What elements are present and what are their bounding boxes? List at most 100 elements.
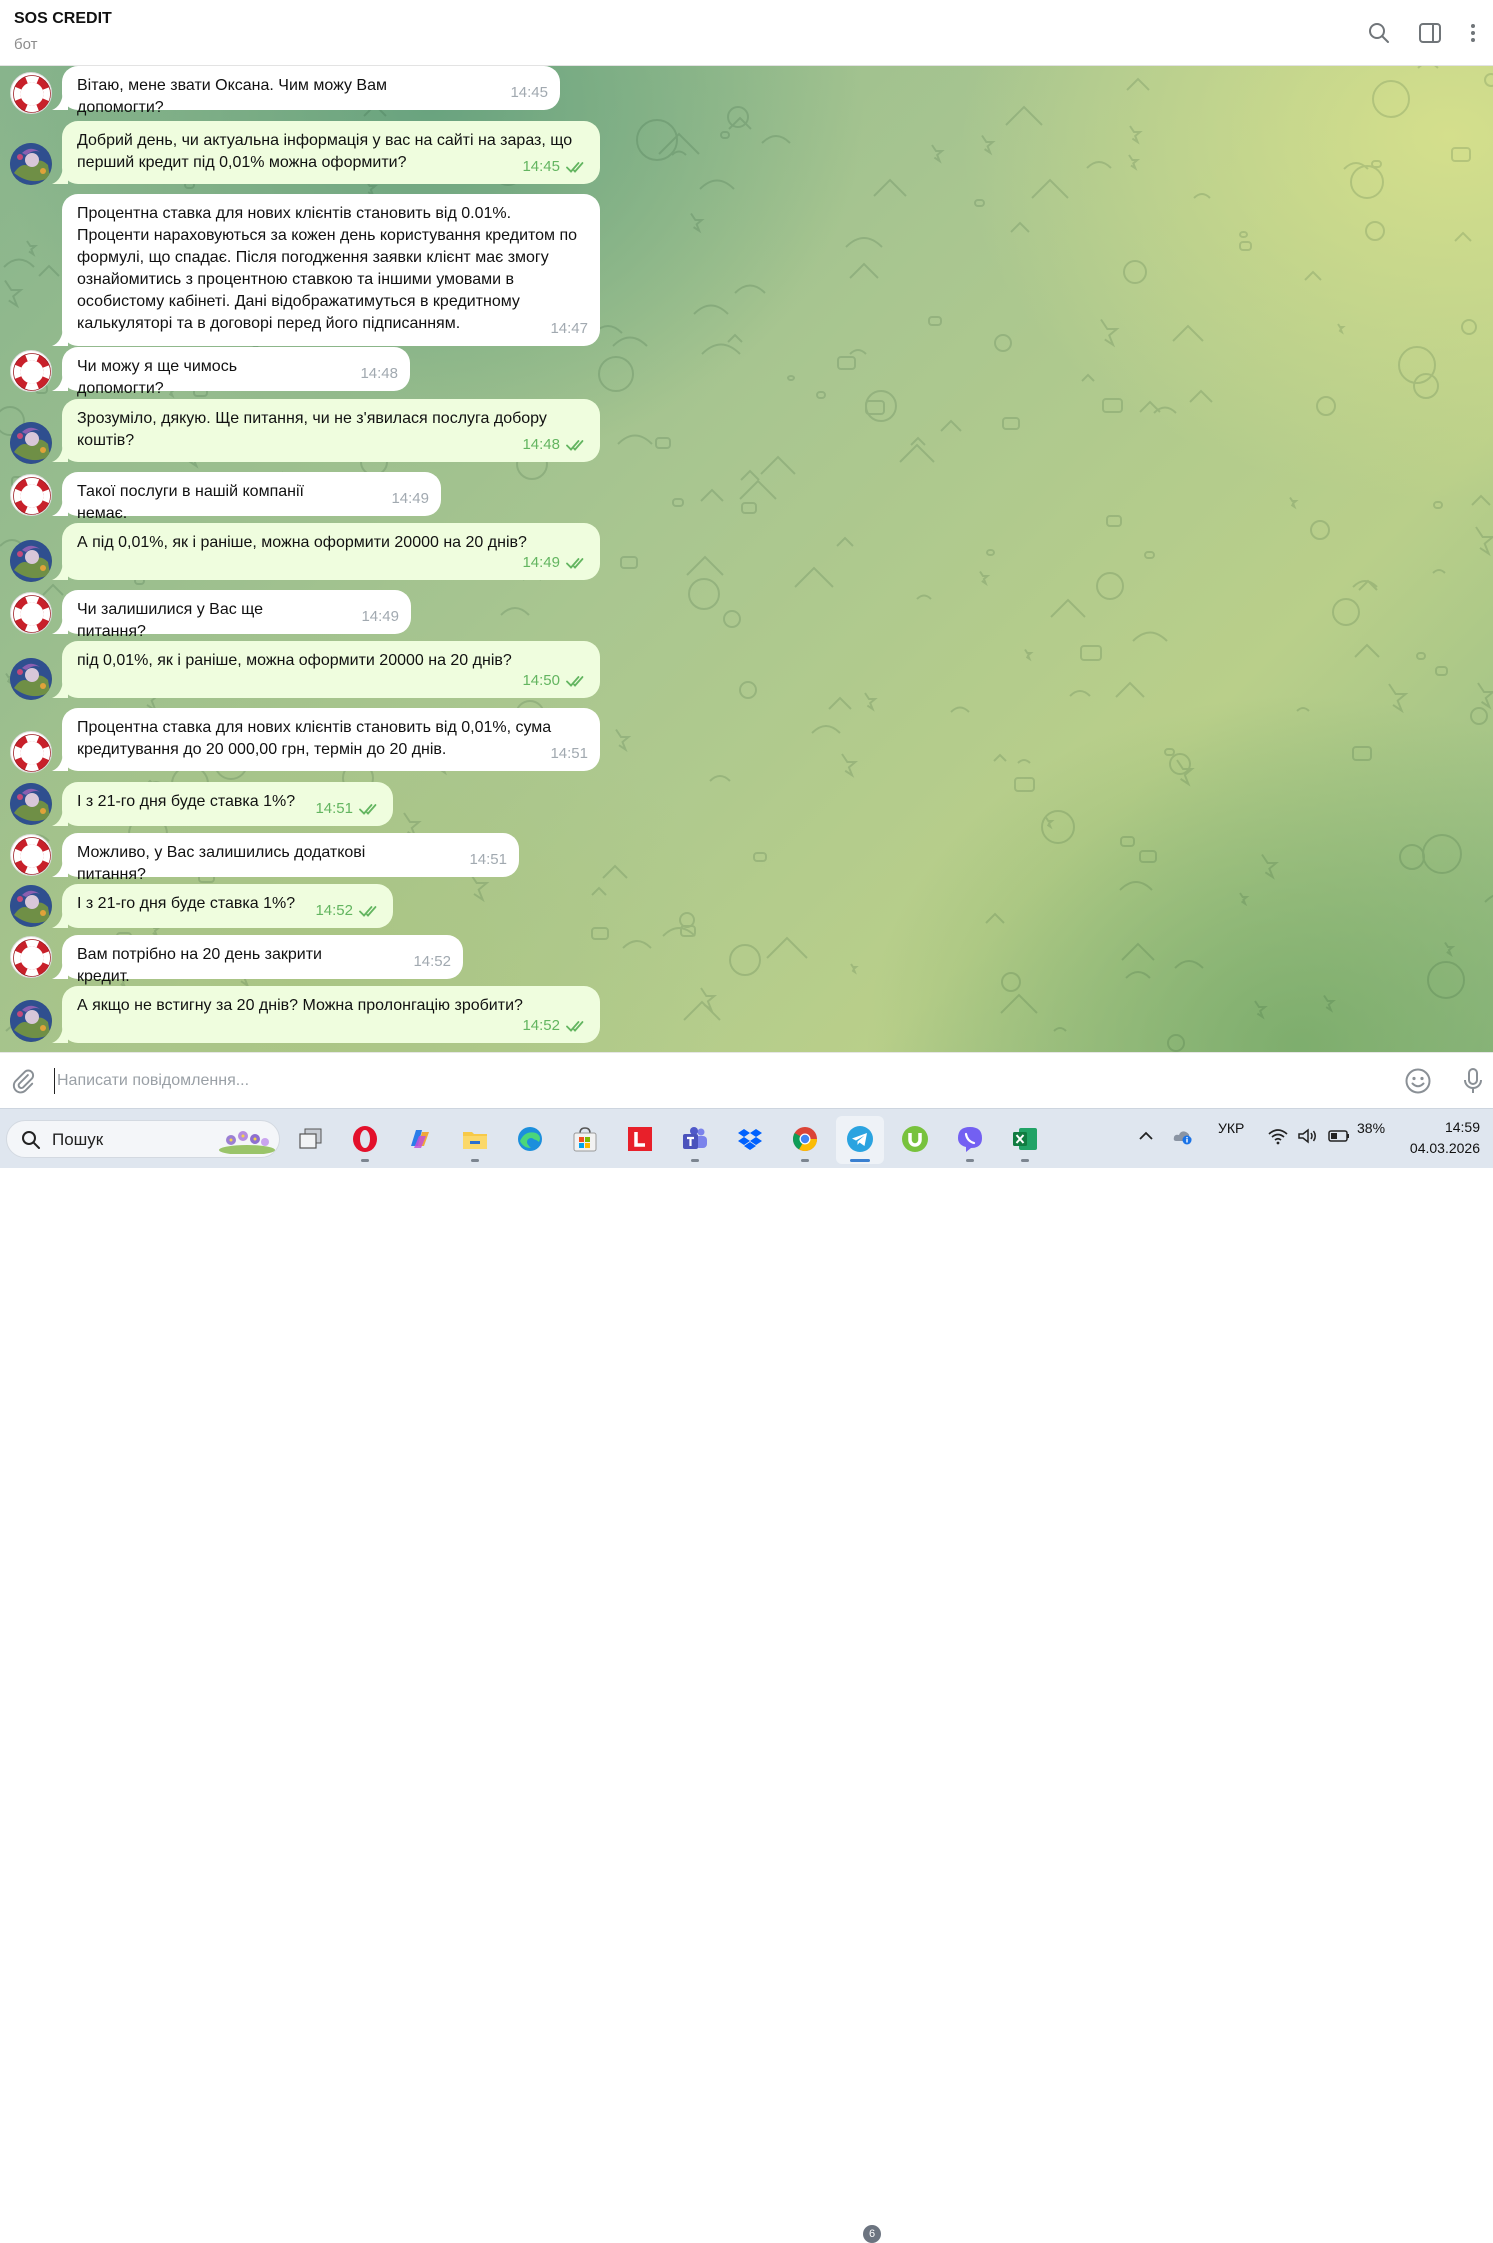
message-meta: 14:49 xyxy=(522,552,588,574)
outgoing-message-bubble[interactable]: І з 21-го дня буде ставка 1%? 14:51 xyxy=(62,782,393,826)
excel-icon[interactable] xyxy=(1007,1121,1043,1157)
battery-icon[interactable] xyxy=(1328,1126,1350,1146)
outgoing-message-bubble[interactable]: А якщо не встигну за 20 днів? Можна прол… xyxy=(62,986,600,1043)
incoming-message-bubble[interactable]: Такої послуги в нашій компанії немає. 14:… xyxy=(62,472,441,522)
bot-avatar[interactable] xyxy=(10,474,52,516)
read-receipt-double-check-icon xyxy=(566,676,584,687)
incoming-message-bubble[interactable]: Чи залишилися у Вас ще питання? 14:49 xyxy=(62,590,411,640)
bubble-tail xyxy=(52,328,68,346)
incoming-message-bubble[interactable]: Можливо, у Вас залишились додаткові пита… xyxy=(62,833,519,883)
search-label: Пошук xyxy=(52,1130,104,1149)
chrome-icon[interactable] xyxy=(787,1121,823,1157)
viber-icon[interactable] xyxy=(952,1121,988,1157)
message-text: Вітаю, мене звати Оксана. Чим можу Вам д… xyxy=(77,77,387,116)
message-meta: 14:47 xyxy=(550,318,588,340)
user-avatar[interactable] xyxy=(10,783,52,825)
incoming-message-bubble[interactable]: Вам потрібно на 20 день закрити кредит. 1… xyxy=(62,935,463,985)
user-avatar[interactable] xyxy=(10,143,52,185)
read-receipt-double-check-icon xyxy=(566,558,584,569)
message-meta: 14:48 xyxy=(522,434,588,456)
chat-subtitle: бот xyxy=(14,36,38,53)
task-view-icon[interactable] xyxy=(293,1121,329,1157)
sidebar-toggle-icon[interactable] xyxy=(1418,21,1442,45)
wifi-icon[interactable] xyxy=(1267,1126,1289,1146)
message-meta: 14:45 xyxy=(510,82,548,104)
message-time: 14:45 xyxy=(510,84,548,101)
outgoing-message-bubble[interactable]: І з 21-го дня буде ставка 1%? 14:52 xyxy=(62,884,393,928)
message-time: 14:49 xyxy=(391,490,429,507)
keyboard-language[interactable]: УКР xyxy=(1218,1120,1244,1136)
bubble-tail xyxy=(52,92,68,110)
incoming-message-bubble[interactable]: Чи можу я ще чимось допомогти? 14:48 xyxy=(62,347,410,397)
bubble-tail xyxy=(52,562,68,580)
bot-avatar[interactable] xyxy=(10,834,52,876)
message-meta: 14:52 xyxy=(315,900,381,922)
user-avatar[interactable] xyxy=(10,1000,52,1042)
chat-title[interactable]: SOS CREDIT xyxy=(14,10,112,28)
emoji-icon[interactable] xyxy=(1404,1067,1432,1095)
incoming-message-bubble[interactable]: Процентна ставка для нових клієнтів стан… xyxy=(62,194,600,346)
message-input[interactable] xyxy=(54,1068,1354,1094)
volume-icon[interactable] xyxy=(1296,1126,1318,1146)
message-time: 14:51 xyxy=(315,800,353,817)
edge-icon[interactable] xyxy=(512,1121,548,1157)
message-text: Вам потрібно на 20 день закрити кредит. xyxy=(77,946,322,985)
bot-avatar[interactable] xyxy=(10,72,52,114)
bot-avatar[interactable] xyxy=(10,731,52,773)
outgoing-message-bubble[interactable]: А під 0,01%, як і раніше, можна оформити… xyxy=(62,523,600,580)
user-avatar[interactable] xyxy=(10,885,52,927)
user-avatar[interactable] xyxy=(10,422,52,464)
file-explorer-icon[interactable] xyxy=(457,1121,493,1157)
microphone-icon[interactable] xyxy=(1461,1067,1485,1095)
incoming-message-bubble[interactable]: Вітаю, мене звати Оксана. Чим можу Вам д… xyxy=(62,66,560,116)
more-vertical-icon[interactable] xyxy=(1461,21,1485,45)
read-receipt-double-check-icon xyxy=(566,162,584,173)
message-meta: 14:52 xyxy=(522,1015,588,1037)
copilot-icon[interactable] xyxy=(402,1121,438,1157)
incoming-message-bubble[interactable]: Процентна ставка для нових клієнтів стан… xyxy=(62,708,600,771)
user-avatar[interactable] xyxy=(10,540,52,582)
message-text: Добрий день, чи актуальна інформація у в… xyxy=(77,132,573,171)
telegram-icon[interactable] xyxy=(842,1121,878,1157)
outgoing-message-bubble[interactable]: під 0,01%, як і раніше, можна оформити 2… xyxy=(62,641,600,698)
bot-avatar[interactable] xyxy=(10,936,52,978)
telegram-unread-badge: 6 xyxy=(863,2225,881,2243)
l-app-icon[interactable] xyxy=(622,1121,658,1157)
microsoft-store-icon[interactable] xyxy=(567,1121,603,1157)
bubble-tail xyxy=(52,859,68,877)
message-text: Процентна ставка для нових клієнтів стан… xyxy=(77,719,552,758)
outgoing-message-bubble[interactable]: Добрий день, чи актуальна інформація у в… xyxy=(62,121,600,184)
dropbox-icon[interactable] xyxy=(732,1121,768,1157)
message-time: 14:48 xyxy=(522,436,560,453)
message-time: 14:51 xyxy=(469,851,507,868)
paperclip-icon[interactable] xyxy=(10,1068,36,1094)
chat-header: SOS CREDIT бот xyxy=(0,0,1493,66)
show-hidden-icons-chevron-up-icon[interactable] xyxy=(1135,1126,1157,1146)
bubble-tail xyxy=(52,616,68,634)
bot-avatar[interactable] xyxy=(10,592,52,634)
user-avatar[interactable] xyxy=(10,658,52,700)
opera-icon[interactable] xyxy=(347,1121,383,1157)
bubble-tail xyxy=(52,1025,68,1043)
message-text: Можливо, у Вас залишились додаткові пита… xyxy=(77,844,366,883)
message-time: 14:47 xyxy=(550,320,588,337)
search-icon[interactable] xyxy=(1367,21,1391,45)
message-time: 14:51 xyxy=(550,745,588,762)
message-text: Такої послуги в нашій компанії немає. xyxy=(77,483,304,522)
message-meta: 14:51 xyxy=(469,849,507,871)
clock-date[interactable]: 04.03.2026 xyxy=(1400,1140,1480,1156)
bot-avatar[interactable] xyxy=(10,350,52,392)
message-meta: 14:48 xyxy=(360,363,398,385)
taskbar-search[interactable]: Пошук xyxy=(6,1120,280,1158)
clock-time[interactable]: 14:59 xyxy=(1420,1119,1480,1135)
teams-icon[interactable] xyxy=(677,1121,713,1157)
message-time: 14:49 xyxy=(361,608,399,625)
outgoing-message-bubble[interactable]: Зрозуміло, дякую. Ще питання, чи не з'яв… xyxy=(62,399,600,462)
onedrive-info-icon[interactable] xyxy=(1172,1126,1194,1146)
bubble-tail xyxy=(52,808,68,826)
message-time: 14:50 xyxy=(522,672,560,689)
message-time: 14:45 xyxy=(522,158,560,175)
read-receipt-double-check-icon xyxy=(566,1021,584,1032)
read-receipt-double-check-icon xyxy=(359,804,377,815)
utorrent-icon[interactable] xyxy=(897,1121,933,1157)
